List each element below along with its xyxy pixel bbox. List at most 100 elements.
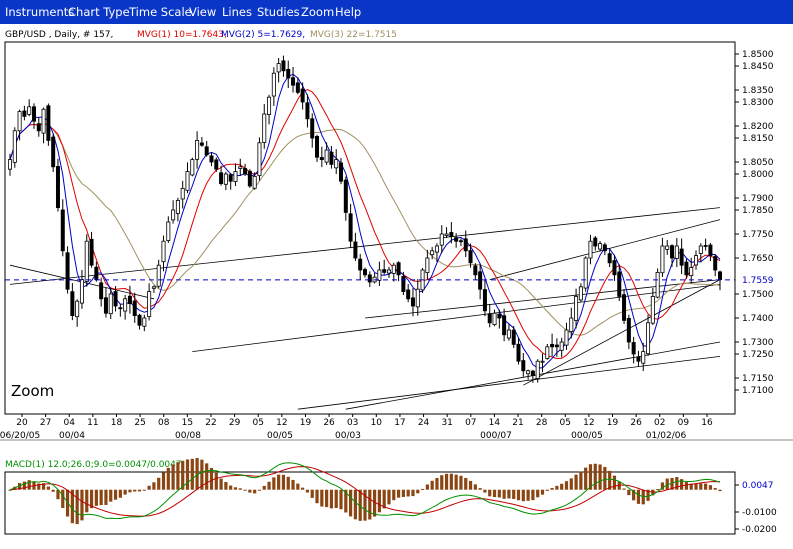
x-tick-label: 22 bbox=[205, 418, 216, 428]
candle-body bbox=[238, 166, 243, 169]
candle-body bbox=[650, 295, 655, 324]
price-chart-svg[interactable]: 1.8500 1.8450 1.8350 1.8300 1.8200 1.8150 1.80… bbox=[0, 24, 793, 549]
candle-body bbox=[401, 275, 406, 293]
candle-body bbox=[343, 179, 348, 213]
candle-body bbox=[449, 232, 454, 237]
menu-instruments[interactable]: Instruments bbox=[5, 0, 74, 24]
candle-body bbox=[530, 370, 535, 376]
candle-body bbox=[185, 171, 190, 191]
candle-body bbox=[713, 256, 718, 271]
candle-body bbox=[319, 157, 324, 161]
candle-body bbox=[7, 159, 12, 170]
macd-bar bbox=[176, 462, 180, 490]
macd-bar bbox=[185, 459, 190, 490]
macd-bar bbox=[627, 489, 631, 496]
macd-bar bbox=[334, 489, 338, 508]
macd-bar bbox=[281, 474, 286, 490]
macd-value-tag: 0.0047 bbox=[742, 481, 774, 491]
y-tick-label: 1.8500 bbox=[742, 50, 774, 60]
candle-body bbox=[262, 113, 267, 143]
macd-bar bbox=[171, 464, 175, 490]
candle-body bbox=[94, 266, 99, 280]
macd-bar bbox=[157, 477, 161, 490]
menu-studies[interactable]: Studies bbox=[257, 0, 300, 24]
macd-bar bbox=[320, 489, 324, 507]
x-tick-label: 18 bbox=[111, 418, 123, 428]
x-tick-label: 25 bbox=[134, 418, 145, 428]
macd-bar bbox=[22, 481, 26, 490]
candle-body bbox=[665, 245, 670, 250]
macd-bar bbox=[166, 467, 170, 490]
macd-bar bbox=[473, 484, 477, 490]
chart-header-mvg3: MVG(3) 22=1.7515 bbox=[310, 30, 397, 40]
macd-bar bbox=[262, 485, 266, 490]
macd-bar bbox=[339, 489, 343, 510]
macd-bar bbox=[142, 489, 146, 491]
macd-bar bbox=[492, 489, 497, 498]
candle-body bbox=[574, 295, 579, 321]
macd-bar bbox=[516, 489, 521, 501]
macd-bar bbox=[277, 474, 281, 490]
macd-bar bbox=[425, 484, 429, 490]
zoom-label[interactable]: Zoom bbox=[11, 382, 54, 400]
x-tick-label: 10 bbox=[371, 418, 383, 428]
menu-time-scale[interactable]: Time Scale bbox=[129, 0, 192, 24]
macd-bar bbox=[636, 489, 641, 504]
menu-zoom[interactable]: Zoom bbox=[301, 0, 334, 24]
menu-view[interactable]: View bbox=[189, 0, 216, 24]
macd-bar bbox=[133, 489, 137, 492]
candle-body bbox=[175, 199, 180, 214]
candle-body bbox=[559, 341, 564, 351]
candle-body bbox=[204, 146, 209, 156]
y-tick-label: 1.8450 bbox=[742, 62, 774, 72]
chart-area[interactable]: 1.8500 1.8450 1.8350 1.8300 1.8200 1.8150 1.80… bbox=[0, 24, 793, 549]
candle-body bbox=[612, 260, 617, 276]
macd-bar bbox=[257, 489, 262, 491]
candle-body bbox=[276, 63, 281, 73]
candle-body bbox=[679, 248, 684, 266]
macd-bar bbox=[296, 483, 300, 490]
menu-chart-type[interactable]: Chart Type bbox=[68, 0, 130, 24]
candle-body bbox=[171, 209, 176, 221]
x-tick-label: 02 bbox=[654, 418, 665, 428]
macd-bar bbox=[684, 482, 689, 490]
macd-bar bbox=[449, 473, 453, 490]
macd-bar bbox=[214, 472, 218, 490]
menu-help[interactable]: Help bbox=[335, 0, 361, 24]
candle-body bbox=[458, 240, 463, 243]
macd-bar bbox=[536, 489, 540, 498]
macd-bar bbox=[406, 489, 410, 497]
macd-bar bbox=[377, 489, 381, 513]
macd-bar bbox=[708, 485, 713, 490]
candle-body bbox=[386, 269, 391, 274]
trend-line bbox=[523, 279, 721, 386]
candle-body bbox=[415, 288, 420, 308]
x-tick-label: 05 bbox=[252, 418, 263, 428]
candle-body bbox=[598, 243, 603, 250]
x-tick-label: 21 bbox=[512, 418, 523, 428]
x-period-label: 06/20/05 bbox=[0, 431, 40, 441]
x-period-label: 00/04 bbox=[59, 431, 85, 441]
price-panel-frame bbox=[4, 41, 736, 415]
candle-body bbox=[396, 262, 401, 276]
menu-lines[interactable]: Lines bbox=[222, 0, 252, 24]
candle-body bbox=[607, 253, 612, 264]
x-period-label: 00/08 bbox=[175, 431, 201, 441]
candle-body bbox=[60, 209, 65, 252]
macd-bar bbox=[329, 489, 334, 509]
y-tick-label: 1.7300 bbox=[742, 338, 774, 348]
macd-bar bbox=[233, 487, 238, 490]
candle-body bbox=[257, 142, 262, 177]
x-tick-label: 19 bbox=[607, 418, 619, 428]
macd-tick-label: -0.0100 bbox=[742, 508, 777, 518]
candle-body bbox=[550, 343, 555, 348]
macd-bar bbox=[243, 489, 247, 491]
candle-body bbox=[689, 267, 694, 277]
macd-bar bbox=[713, 488, 717, 490]
x-tick-label: 24 bbox=[418, 418, 430, 428]
candle-body bbox=[482, 289, 487, 312]
candle-body bbox=[497, 313, 502, 319]
macd-bar bbox=[420, 488, 425, 490]
candle-body bbox=[36, 123, 41, 132]
candle-body bbox=[55, 166, 60, 208]
